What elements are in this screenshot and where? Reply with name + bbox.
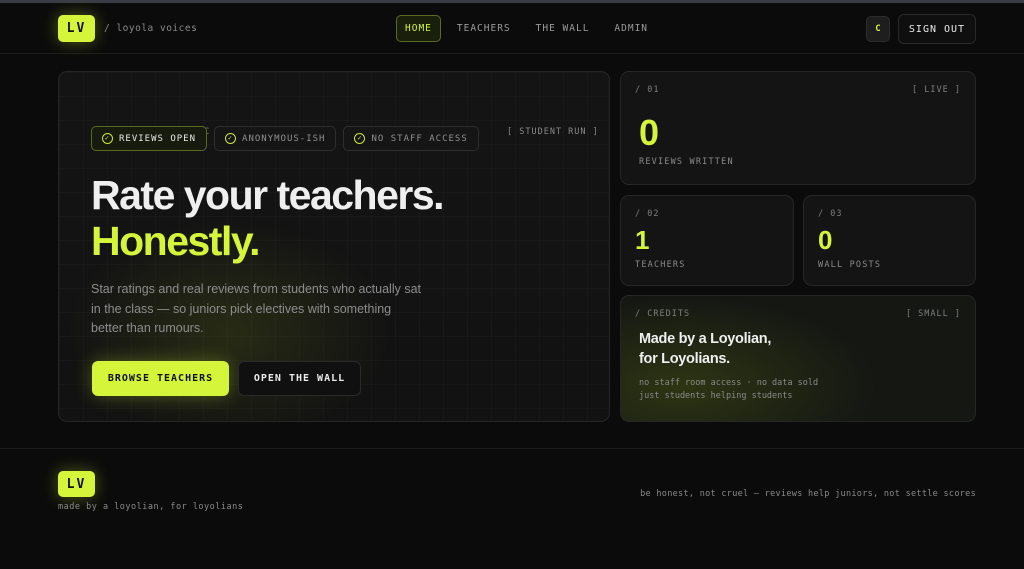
nav-home[interactable]: HOME: [396, 15, 441, 42]
browse-teachers-button[interactable]: BROWSE TEACHERS: [92, 361, 229, 396]
footer-logo-badge[interactable]: LV: [58, 471, 95, 497]
credits-card: / CREDITS [ SMALL ] Made by a Loyolian, …: [620, 295, 976, 422]
main-nav: HOME TEACHERS THE WALL ADMIN: [396, 15, 660, 42]
card-index: / CREDITS: [635, 309, 691, 319]
teachers-count: 1: [635, 225, 650, 255]
footer-tagline: made by a loyolian, for loyolians: [58, 502, 244, 512]
tag-label: NO STAFF ACCESS: [371, 133, 468, 144]
small-badge: [ SMALL ]: [905, 309, 961, 319]
credits-title-line2: for Loyolians.: [639, 351, 730, 367]
nav-teachers[interactable]: TEACHERS: [448, 15, 520, 42]
reviews-count: 0: [639, 112, 660, 153]
credits-title-line1: Made by a Loyolian,: [639, 331, 772, 347]
teachers-label: TEACHERS: [635, 260, 686, 270]
hero-description: Star ratings and real reviews from stude…: [91, 282, 422, 335]
stat-card-teachers: / 02 1 TEACHERS: [620, 195, 794, 286]
page-footer: LV made by a loyolian, for loyolians be …: [0, 448, 1024, 569]
open-the-wall-button[interactable]: OPEN THE WALL: [238, 361, 361, 396]
card-index: / 01: [635, 85, 660, 95]
stat-card-wall-posts: / 03 0 WALL POSTS: [803, 195, 976, 286]
wall-posts-count: 0: [818, 225, 833, 255]
hero-title-accent: Honestly.: [91, 218, 261, 264]
nav-the-wall[interactable]: THE WALL: [527, 15, 599, 42]
credits-line-1: no staff room access · no data sold: [639, 378, 819, 388]
tag-label: ANONYMOUS-ISH: [242, 133, 326, 144]
tag-anonymous: ✓ ANONYMOUS-ISH: [214, 126, 337, 151]
hero-title: Rate your teachers.: [91, 172, 445, 218]
card-index: / 03: [818, 209, 843, 219]
wall-posts-label: WALL POSTS: [818, 260, 882, 270]
tag-reviews-open: ✓ REVIEWS OPEN: [91, 126, 208, 151]
user-avatar[interactable]: C: [866, 16, 890, 42]
logo-badge[interactable]: LV: [58, 15, 95, 42]
sign-out-button[interactable]: SIGN OUT: [898, 14, 976, 44]
card-index: / 02: [635, 209, 660, 219]
nav-admin[interactable]: ADMIN: [605, 15, 657, 42]
check-circle-icon: ✓: [102, 133, 113, 144]
hero-panel: C ✓ REVIEWS OPEN ✓ ANONYMOUS-ISH ✓ NO ST…: [58, 71, 610, 422]
check-circle-icon: ✓: [354, 133, 366, 144]
footer-guideline: be honest, not cruel — reviews help juni…: [640, 489, 976, 499]
hero-tags: ✓ REVIEWS OPEN ✓ ANONYMOUS-ISH ✓ NO STAF…: [91, 126, 479, 151]
brand-subtitle: / loyola voices: [104, 23, 198, 34]
reviews-label: REVIEWS WRITTEN: [639, 157, 734, 167]
student-run-label: [ STUDENT RUN ]: [507, 127, 599, 137]
tag-no-staff-access: ✓ NO STAFF ACCESS: [343, 126, 479, 151]
tag-label: REVIEWS OPEN: [119, 133, 197, 144]
credits-line-2: just students helping students: [639, 391, 793, 401]
check-circle-icon: ✓: [225, 133, 237, 144]
stat-card-reviews: / 01 [ LIVE ] 0 REVIEWS WRITTEN: [620, 71, 976, 185]
top-header: LV / loyola voices HOME TEACHERS THE WAL…: [0, 3, 1024, 54]
live-badge: [ LIVE ]: [912, 85, 961, 95]
credits-title: Made by a Loyolian, for Loyolians.: [639, 329, 771, 369]
